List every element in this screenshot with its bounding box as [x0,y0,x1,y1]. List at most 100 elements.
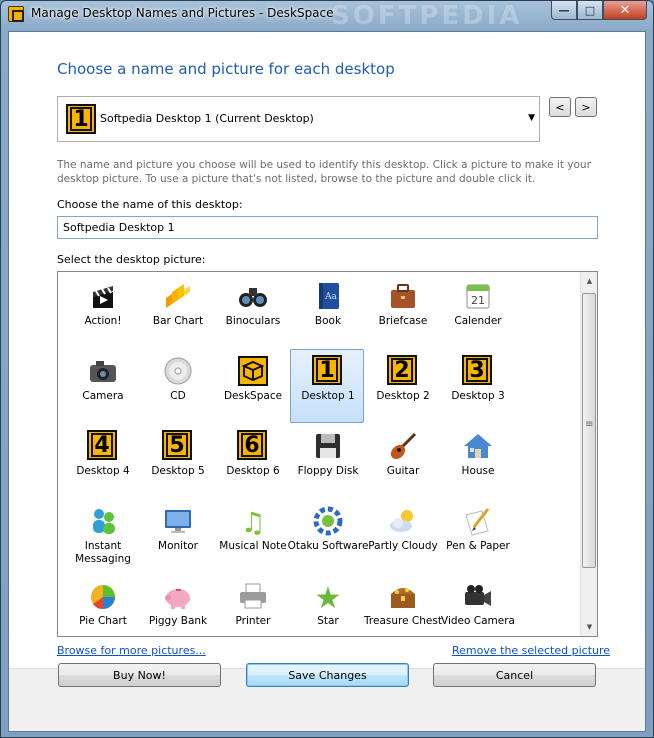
picture-item[interactable]: House [440,424,514,498]
house-icon [462,430,494,462]
watermark: SOFTPEDIA [331,1,523,31]
picture-item[interactable]: Instant Messaging [65,499,139,573]
picture-item[interactable]: Bar Chart [140,274,214,348]
picture-label: Star [317,615,339,627]
picture-item[interactable]: DeskSpace [215,349,289,423]
picture-grid[interactable]: Action! Bar Chart Binoculars Aa Book Briefcas… [57,271,598,637]
picture-label: Treasure Chest [364,615,442,627]
app-window: Manage Desktop Names and Pictures - Desk… [0,0,654,738]
vertical-scrollbar[interactable]: ▲ ▼ [580,272,597,636]
video-camera-icon [462,580,494,612]
picture-label: Action! [84,315,122,327]
buy-now-button[interactable]: Buy Now! [58,663,221,687]
picture-item[interactable]: Guitar [365,424,439,498]
picture-label: Printer [235,615,271,627]
scroll-down-arrow-icon[interactable]: ▼ [583,620,596,634]
name-label: Choose the name of this desktop: [57,198,243,211]
picture-label: Select the desktop picture: [57,253,206,266]
picture-item[interactable]: Binoculars [215,274,289,348]
scroll-up-arrow-icon[interactable]: ▲ [583,274,596,288]
picture-item[interactable]: Pie Chart [65,574,139,636]
picture-item[interactable]: Otaku Software [288,499,368,573]
picture-item[interactable]: Piggy Bank [140,574,214,636]
printer-icon [237,580,269,612]
deskspace-app-icon [8,6,24,22]
page-title: Choose a name and picture for each deskt… [57,60,395,78]
maximize-button[interactable]: □ [577,1,603,20]
picture-item[interactable]: Briefcase [365,274,439,348]
pen-paper-icon [462,505,494,537]
svg-text:★: ★ [315,581,342,612]
floppy-disk-icon [312,430,344,462]
desktop-select-value: Softpedia Desktop 1 (Current Desktop) [100,112,314,125]
picture-label: Video Camera [441,615,515,627]
dialog-body: Choose a name and picture for each deskt… [8,31,646,732]
picture-label: Floppy Disk [297,465,359,477]
picture-item[interactable]: 4 Desktop 4 [65,424,139,498]
picture-item[interactable]: Pen & Paper [440,499,514,573]
title-bar[interactable]: Manage Desktop Names and Pictures - Desk… [1,1,653,31]
picture-label: Desktop 5 [151,465,205,477]
svg-text:♫: ♫ [240,506,265,537]
picture-item[interactable]: Printer [215,574,289,636]
save-changes-button[interactable]: Save Changes [246,663,409,687]
picture-item[interactable]: CD [140,349,214,423]
piggy-bank-icon [162,580,194,612]
pie-chart-icon [87,580,119,612]
clapperboard-icon [87,280,119,312]
book-icon: Aa [312,280,344,312]
picture-label: Partly Cloudy [368,540,438,552]
picture-label: House [461,465,495,477]
minimize-button[interactable]: — [551,1,577,20]
picture-label: Musical Note [219,540,287,552]
picture-label: Desktop 3 [451,390,505,402]
desktop-select[interactable]: 1 Softpedia Desktop 1 (Current Desktop) … [57,96,540,142]
picture-item[interactable]: Floppy Disk [290,424,364,498]
picture-item[interactable]: ♫ Musical Note [215,499,289,573]
briefcase-icon [387,280,419,312]
picture-item[interactable]: Monitor [140,499,214,573]
picture-item[interactable]: 5 Desktop 5 [140,424,214,498]
picture-item[interactable]: Camera [65,349,139,423]
picture-item[interactable]: Action! [65,274,139,348]
dropdown-arrow-icon[interactable]: ▼ [528,113,535,123]
instant-messaging-icon [87,505,119,537]
picture-item[interactable]: 3 Desktop 3 [440,349,514,423]
desktop-name-input[interactable] [57,216,598,239]
cancel-button[interactable]: Cancel [433,663,596,687]
window-title: Manage Desktop Names and Pictures - Desk… [31,6,334,20]
picture-label: Desktop 2 [376,390,430,402]
picture-item[interactable]: 6 Desktop 6 [215,424,289,498]
picture-label: Bar Chart [152,315,204,327]
desktop-3-icon: 3 [462,355,494,387]
desktop-2-icon: 2 [387,355,419,387]
browse-pictures-link[interactable]: Browse for more pictures... [57,644,206,657]
description-text: The name and picture you choose will be … [57,159,591,185]
binoculars-icon [237,280,269,312]
desktop-6-icon: 6 [237,430,269,462]
remove-picture-link[interactable]: Remove the selected picture [452,644,610,657]
picture-item[interactable]: Partly Cloudy [365,499,439,573]
scrollbar-thumb[interactable] [582,293,596,568]
window-controls: — □ ✕ [551,1,647,20]
musical-note-icon: ♫ [237,505,269,539]
picture-item[interactable]: Aa Book [290,274,364,348]
desktop-number-icon: 1 [66,104,96,134]
picture-label: Pen & Paper [446,540,510,552]
next-desktop-button[interactable]: > [575,97,597,117]
picture-label: Book [314,315,342,327]
picture-item[interactable]: Treasure Chest [364,574,442,636]
close-button[interactable]: ✕ [603,1,647,20]
picture-label: Monitor [158,540,198,552]
picture-item[interactable]: ★ Star [290,574,364,636]
picture-item[interactable]: 21 Calender [440,274,514,348]
picture-item[interactable]: 1 Desktop 1 [290,349,364,423]
picture-item[interactable]: 2 Desktop 2 [365,349,439,423]
picture-item[interactable]: Video Camera [440,574,515,636]
previous-desktop-button[interactable]: < [549,97,571,117]
picture-label: Desktop 6 [226,465,280,477]
partly-cloudy-icon [387,505,419,537]
monitor-icon [162,505,194,537]
treasure-chest-icon [387,580,419,612]
picture-label: Instant Messaging [75,540,131,565]
